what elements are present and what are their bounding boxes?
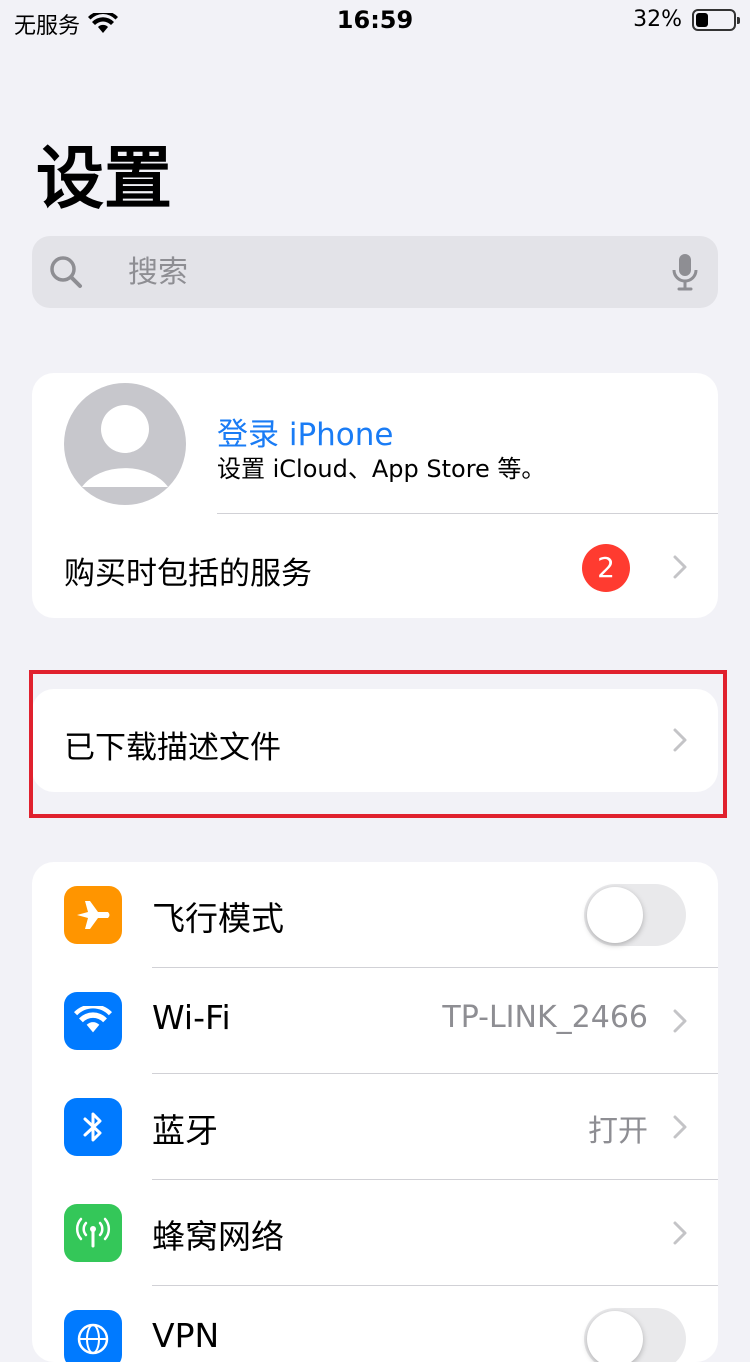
included-services-row[interactable]: 购买时包括的服务 2 [32,514,718,618]
chevron-right-icon [673,1221,687,1245]
person-icon [82,405,168,487]
cellular-icon [64,1204,122,1262]
bluetooth-status: 打开 [588,1114,648,1149]
sign-in-subtitle: 设置 iCloud、App Store 等。 [217,455,546,483]
airplane-mode-toggle[interactable] [584,884,686,946]
battery-icon [692,8,740,31]
vpn-icon [64,1310,122,1362]
wifi-label: Wi-Fi [152,998,231,1037]
cellular-label: 蜂窝网络 [152,1217,284,1256]
airplane-icon [64,886,122,944]
wifi-row[interactable]: Wi-Fi TP-LINK_2466 [32,968,718,1074]
avatar [64,383,186,505]
chevron-right-icon [673,1115,687,1139]
airplane-mode-label: 飞行模式 [152,899,284,938]
included-services-label: 购买时包括的服务 [64,556,312,592]
search-icon [50,256,82,288]
page-title: 设置 [36,140,173,219]
toggle-knob [587,1311,643,1362]
chevron-right-icon [673,1009,687,1033]
search-input[interactable] [128,250,668,294]
battery-percent: 32% [633,7,682,32]
cellular-row[interactable]: 蜂窝网络 [32,1180,718,1286]
profile-card: 登录 iPhone 设置 iCloud、App Store 等。 购买时包括的服… [32,373,718,618]
connectivity-settings-card: 飞行模式 Wi-Fi TP-LINK_2466 蓝牙 打开 蜂窝网络 VPN [32,862,718,1362]
sign-in-row[interactable]: 登录 iPhone 设置 iCloud、App Store 等。 [32,373,718,513]
bluetooth-label: 蓝牙 [152,1111,218,1150]
wifi-icon [64,992,122,1050]
microphone-icon[interactable] [670,252,700,292]
notification-badge: 2 [582,544,630,592]
status-right: 32% [633,7,740,32]
battery-level [696,12,708,27]
vpn-toggle[interactable] [584,1308,686,1362]
status-bar: 无服务 16:59 32% [0,0,750,44]
highlight-box [29,670,727,818]
vpn-row: VPN [32,1286,718,1362]
airplane-mode-row: 飞行模式 [32,862,718,968]
bluetooth-icon [64,1098,122,1156]
bluetooth-row[interactable]: 蓝牙 打开 [32,1074,718,1180]
toggle-knob [587,887,643,943]
chevron-right-icon [673,555,687,579]
wifi-network-name: TP-LINK_2466 [442,1000,648,1035]
search-bar[interactable] [32,236,718,308]
vpn-label: VPN [152,1316,220,1355]
sign-in-title: 登录 iPhone [217,417,394,453]
